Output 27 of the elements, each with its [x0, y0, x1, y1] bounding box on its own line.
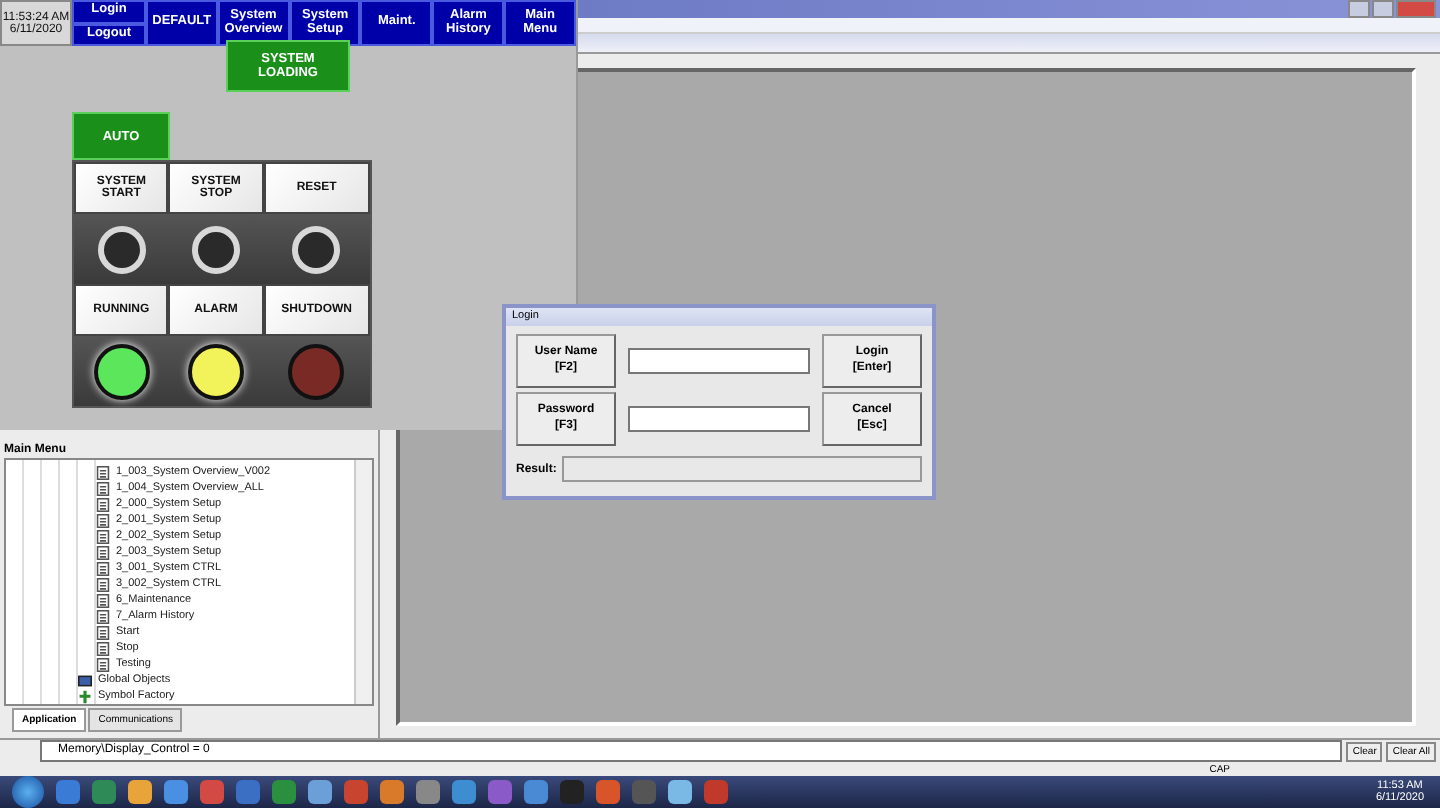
minimize-button[interactable] [1348, 0, 1370, 18]
taskbar-app-icon[interactable] [596, 780, 620, 805]
taskbar-app-icon[interactable] [164, 780, 188, 805]
taskbar-app-icon[interactable] [236, 780, 260, 805]
maximize-button[interactable] [1372, 0, 1394, 18]
user-name-field[interactable] [628, 348, 810, 374]
push-button[interactable] [97, 225, 146, 273]
password-field[interactable] [628, 406, 810, 432]
taskbar-app-icon[interactable] [344, 780, 368, 805]
taskbar-app-icon[interactable] [128, 780, 152, 805]
symbol-icon [78, 689, 92, 704]
taskbar-app-icon[interactable] [668, 780, 692, 805]
taskbar-app-icon[interactable] [92, 780, 116, 805]
scrollbar[interactable] [354, 460, 372, 705]
taskbar-app-icon[interactable] [308, 780, 332, 805]
taskbar-app-icon[interactable] [524, 780, 548, 805]
push-button[interactable] [191, 225, 240, 273]
taskbar-app-icon[interactable] [56, 780, 80, 805]
taskbar-app-icon[interactable] [272, 780, 296, 805]
push-button[interactable] [292, 225, 341, 273]
taskbar-app-icon[interactable] [452, 780, 476, 805]
taskbar-app-icon[interactable] [488, 780, 512, 805]
start-button[interactable] [12, 776, 44, 808]
taskbar-app-icon[interactable] [380, 780, 404, 805]
monitor-icon [78, 673, 92, 688]
taskbar-app-icon[interactable] [416, 780, 440, 805]
taskbar-app-icon[interactable] [200, 780, 224, 805]
